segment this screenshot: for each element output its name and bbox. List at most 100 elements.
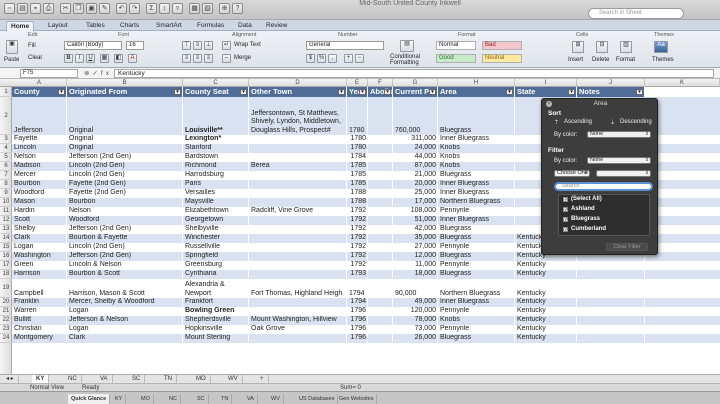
row-header[interactable]: 16 — [0, 252, 12, 261]
formula-input[interactable]: Kentucky — [114, 69, 714, 78]
cell-other[interactable] — [249, 171, 347, 180]
row-header[interactable]: 8 — [0, 180, 12, 189]
cell-pop[interactable]: 120,000 — [393, 307, 438, 316]
cell-seat[interactable]: Bardstown — [183, 153, 249, 162]
style-good[interactable]: Good — [436, 54, 476, 63]
sheet-tab-sc[interactable]: SC — [128, 375, 146, 383]
cell-area[interactable]: Bluegrass — [438, 334, 515, 343]
cell-area[interactable]: Bluegrass — [438, 252, 515, 261]
row-header[interactable]: 17 — [0, 261, 12, 270]
filter-dropdown-icon[interactable]: ▾ — [384, 89, 391, 95]
cell-pop[interactable]: 90,000 — [393, 279, 438, 298]
row-header[interactable]: 6 — [0, 162, 12, 171]
cell-other[interactable] — [249, 307, 347, 316]
sheet-tab-va[interactable]: VA — [96, 375, 113, 383]
workbook-tab[interactable]: US Databases — [296, 394, 339, 404]
open-icon[interactable]: ▤ — [17, 3, 28, 14]
cell-year[interactable]: 1792 — [347, 207, 368, 216]
cell-area[interactable]: Bluegrass — [438, 234, 515, 243]
cell-county[interactable]: Harrison — [12, 270, 67, 279]
cell-county[interactable]: Campbell — [12, 279, 67, 298]
cell-seat[interactable]: Alexandria & Newport — [183, 279, 249, 298]
font-color-icon[interactable]: A — [128, 54, 137, 63]
new-doc-icon[interactable]: ▫ — [4, 3, 15, 14]
filter-dropdown-icon[interactable]: ▾ — [338, 89, 345, 95]
choose-one-select[interactable]: Choose One ⇕ — [554, 170, 590, 177]
cell-seat[interactable]: Cynthiana — [183, 270, 249, 279]
cell-seat[interactable]: Shelbyville — [183, 225, 249, 234]
cell-orig[interactable]: Nelson — [67, 207, 183, 216]
cell-seat[interactable]: Elizabethtown — [183, 207, 249, 216]
cell-year[interactable]: 1792 — [347, 234, 368, 243]
cell-year[interactable]: 1792 — [347, 261, 368, 270]
cell-other[interactable]: Mount Washington, Hillview — [249, 316, 347, 325]
cell-year[interactable]: 1785 — [347, 162, 368, 171]
row-header[interactable]: 4 — [0, 144, 12, 153]
themes-button[interactable]: Themes — [652, 56, 674, 65]
cell-seat[interactable]: Bowling Green — [183, 307, 249, 316]
copy-icon[interactable]: ❐ — [73, 3, 84, 14]
cell-seat[interactable]: Louisville** — [183, 97, 249, 135]
header-cell[interactable]: Current P ▾ — [393, 87, 438, 97]
column-header-h[interactable]: H — [438, 79, 515, 87]
filter-dropdown-icon[interactable]: ▾ — [58, 89, 65, 95]
cell-orig[interactable]: Bourbon & Scott — [67, 270, 183, 279]
cell-area[interactable]: Pennyrile — [438, 243, 515, 252]
filter-dropdown-icon[interactable]: ▾ — [636, 89, 643, 95]
cell-orig[interactable]: Logan — [67, 325, 183, 334]
tab-home[interactable]: Home — [6, 21, 35, 31]
cell-seat[interactable]: Russellville — [183, 243, 249, 252]
cell-county[interactable]: Shelby — [12, 225, 67, 234]
filter-item-bluegrass[interactable]: Bluegrass — [571, 216, 600, 222]
cell-county[interactable]: Green — [12, 261, 67, 270]
merge-icon[interactable]: ⇔ — [222, 54, 231, 63]
cell-other[interactable]: Berea — [249, 162, 347, 171]
cell-other[interactable]: Radcliff, Vine Grove — [249, 207, 347, 216]
cell-other[interactable] — [249, 189, 347, 198]
header-cell[interactable]: County ▾ — [12, 87, 67, 97]
workbook-tab[interactable]: WV — [268, 394, 284, 404]
cell-seat[interactable]: Hopkinsville — [183, 325, 249, 334]
column-header-g[interactable]: G — [393, 79, 438, 87]
align-right-icon[interactable]: ≡ — [204, 54, 213, 63]
filter-dropdown-icon[interactable]: ▾ — [240, 89, 247, 95]
insert-button[interactable]: Insert — [568, 56, 583, 65]
row-header[interactable]: 3 — [0, 135, 12, 144]
filter-item-cumberland[interactable]: Cumberland — [571, 226, 606, 232]
filter-dropdown-icon[interactable]: ▾ — [429, 89, 436, 95]
align-top-icon[interactable]: ⊤ — [182, 41, 191, 50]
sort-ascending-icon[interactable]: ⇡ — [554, 119, 559, 126]
cell-year[interactable]: 1784 — [347, 153, 368, 162]
cell-area[interactable]: Pennyrile — [438, 261, 515, 270]
wrap-text-button[interactable]: Wrap Text — [234, 41, 261, 50]
column-header-i[interactable]: I — [515, 79, 577, 87]
cell-pop[interactable]: 51,000 — [393, 216, 438, 225]
format-button[interactable]: Format — [616, 56, 635, 65]
cell-state[interactable]: Kentucky — [515, 261, 577, 270]
cell-other[interactable] — [249, 135, 347, 144]
cell-state[interactable]: Kentucky — [515, 279, 577, 298]
tab-layout[interactable]: Layout — [44, 21, 72, 31]
cell-county[interactable]: Fayette — [12, 135, 67, 144]
wrap-text-icon[interactable]: ↵ — [222, 41, 231, 50]
header-cell[interactable]: Area ▾ — [438, 87, 515, 97]
cell-seat[interactable]: Richmond — [183, 162, 249, 171]
cell-seat[interactable]: Maysville — [183, 198, 249, 207]
cell-other[interactable] — [249, 144, 347, 153]
checkbox-select-all[interactable]: ✓ — [563, 197, 568, 203]
column-header-e[interactable]: E — [347, 79, 368, 87]
save-icon[interactable]: ▪ — [30, 3, 41, 14]
cell-state[interactable]: Kentucky — [515, 270, 577, 279]
cell-pop[interactable]: 21,000 — [393, 171, 438, 180]
cell-state[interactable]: Kentucky — [515, 298, 577, 307]
row-header[interactable]: 19 — [0, 279, 12, 298]
cell-year[interactable]: 1780 — [347, 97, 368, 135]
paste-icon[interactable]: ▣ — [86, 3, 97, 14]
cell-county[interactable]: Bourbon — [12, 180, 67, 189]
cell-other[interactable]: Fort Thomas, Highland Heigh — [249, 279, 347, 298]
cell-county[interactable]: Washington — [12, 252, 67, 261]
cell-orig[interactable]: Original — [67, 135, 183, 144]
sort-ascending-button[interactable]: Ascending — [564, 119, 592, 125]
cell-area[interactable]: Bluegrass — [438, 171, 515, 180]
clear-filter-button[interactable]: Clear Filter — [606, 243, 648, 251]
